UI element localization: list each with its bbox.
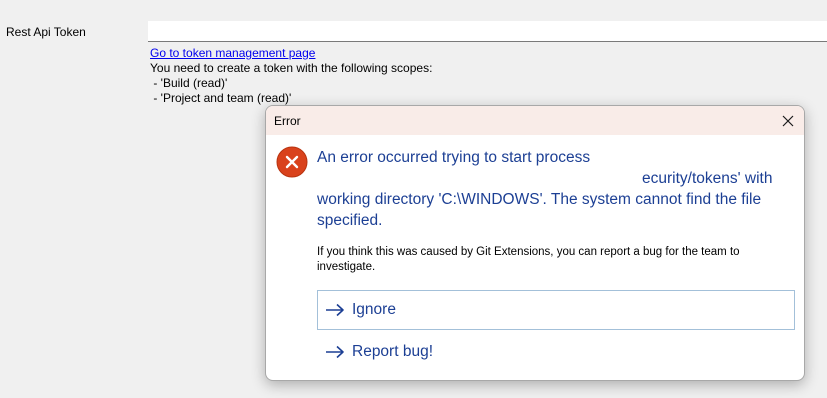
token-management-link[interactable]: Go to token management page	[150, 46, 315, 60]
report-bug-hint: If you think this was caused by Git Exte…	[317, 246, 740, 273]
rest-api-token-label: Rest Api Token	[6, 25, 86, 39]
error-main-instruction: An error occurred trying to start proces…	[317, 147, 799, 231]
error-dialog: Error An error occurred trying to start …	[265, 105, 805, 381]
scope-item-project: - 'Project and team (read)'	[150, 91, 292, 105]
dialog-title-bar: Error	[266, 106, 804, 135]
arrow-right-icon	[326, 345, 344, 359]
error-icon	[276, 146, 308, 178]
close-button[interactable]	[772, 106, 804, 135]
scopes-intro-text: You need to create a token with the foll…	[150, 61, 433, 75]
report-bug-button[interactable]: Report bug!	[317, 332, 795, 372]
arrow-right-icon	[326, 303, 344, 317]
error-message-line-2: ecurity/tokens' with	[642, 170, 773, 187]
rest-api-token-input[interactable]	[148, 21, 827, 42]
report-bug-button-label: Report bug!	[352, 343, 433, 360]
scope-item-build: - 'Build (read)'	[150, 76, 228, 90]
error-message-line-1: An error occurred trying to start proces…	[317, 149, 591, 166]
ignore-button-label: Ignore	[352, 301, 396, 318]
error-message-line-3: working directory 'C:\WINDOWS'. The syst…	[317, 191, 762, 229]
close-icon	[782, 115, 794, 126]
dialog-title: Error	[274, 114, 301, 128]
ignore-button[interactable]: Ignore	[317, 290, 795, 330]
